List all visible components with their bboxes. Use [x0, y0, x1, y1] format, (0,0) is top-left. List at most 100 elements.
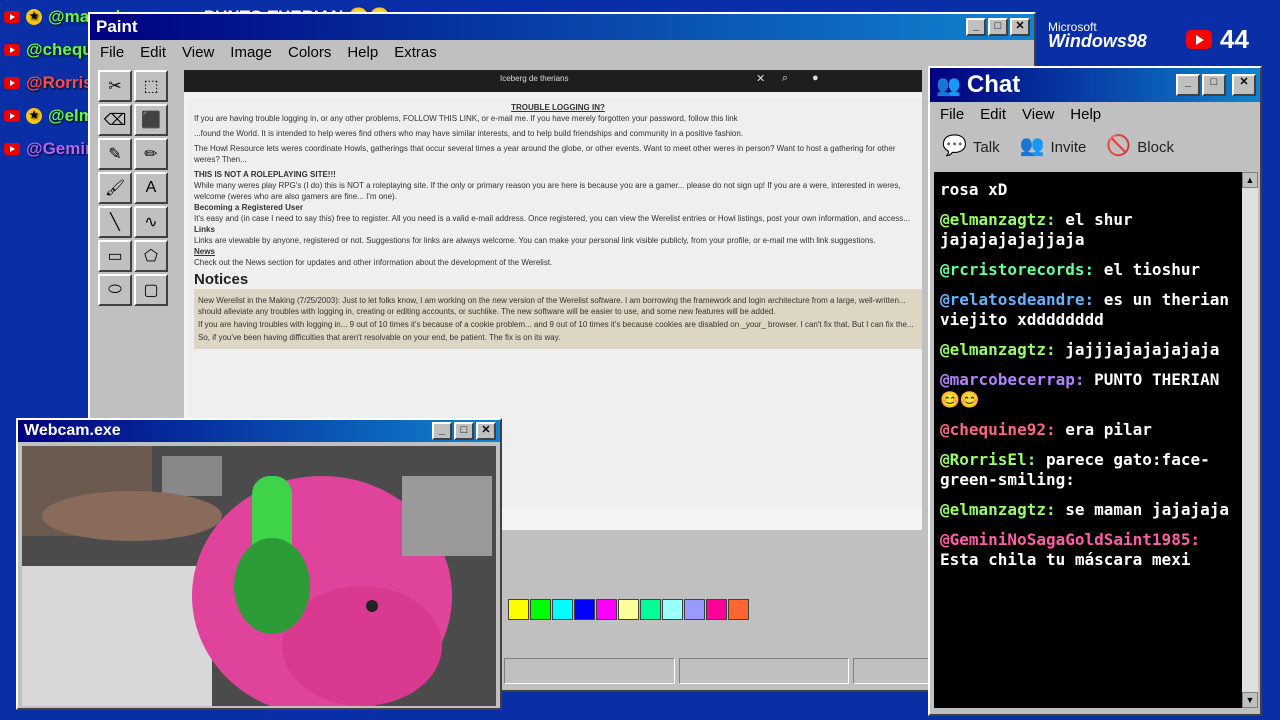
menu-help[interactable]: Help: [1070, 106, 1101, 123]
chat-message: @rcristorecords: el tioshur: [940, 260, 1236, 280]
search-icon[interactable]: ⌕: [782, 72, 788, 85]
tool-icon[interactable]: ⬚: [134, 70, 168, 102]
chat-scrollbar[interactable]: ▲ ▼: [1242, 172, 1258, 708]
chat-username[interactable]: @RorrisEl:: [940, 450, 1036, 469]
viewer-count-value: 44: [1220, 24, 1249, 54]
color-swatch[interactable]: [618, 599, 639, 620]
maximize-button[interactable]: □: [454, 422, 474, 440]
close-button[interactable]: ✕: [476, 422, 496, 440]
color-swatch[interactable]: [706, 599, 727, 620]
color-swatch[interactable]: [728, 599, 749, 620]
tool-icon[interactable]: ╲: [98, 206, 132, 238]
color-swatch[interactable]: [508, 599, 529, 620]
youtube-icon: [4, 10, 20, 23]
chat-username[interactable]: @GeminiNoSagaGoldSaint1985:: [940, 530, 1200, 549]
users-icon: 👥: [936, 74, 961, 97]
chat-message: @elmanzagtz: el shur jajajajajajjaja: [940, 210, 1236, 250]
chat-text: el tioshur: [1103, 260, 1201, 279]
color-swatch[interactable]: [552, 599, 573, 620]
color-swatch[interactable]: [596, 599, 617, 620]
tool-icon[interactable]: ⬠: [134, 240, 168, 272]
action-label: Block: [1137, 139, 1174, 156]
chat-title: Chat: [966, 71, 1021, 98]
tool-icon[interactable]: ⬭: [98, 274, 132, 306]
tool-icon[interactable]: A: [134, 172, 168, 204]
scroll-up-icon[interactable]: ▲: [1242, 172, 1258, 188]
scroll-down-icon[interactable]: ▼: [1242, 692, 1258, 708]
paint-titlebar[interactable]: Paint _ □ ✕: [90, 14, 1034, 40]
chat-username[interactable]: @elmanzagtz:: [940, 500, 1056, 519]
talk-button[interactable]: 💬 Talk: [942, 133, 1000, 158]
color-swatch[interactable]: [684, 599, 705, 620]
rp-title: THIS IS NOT A ROLEPLAYING SITE!!!: [194, 170, 336, 179]
mic-icon[interactable]: ●: [812, 72, 819, 84]
chat-username[interactable]: @relatosdeandre:: [940, 290, 1094, 309]
windows-brand-logo: Microsoft Windows98: [1048, 20, 1147, 50]
invite-button[interactable]: 👥 Invite: [1020, 133, 1087, 158]
menu-extras[interactable]: Extras: [394, 44, 437, 61]
notice-3: So, if you've been having difficulties t…: [198, 333, 561, 342]
menu-edit[interactable]: Edit: [980, 106, 1006, 123]
tool-icon[interactable]: ✎: [98, 138, 132, 170]
webcam-titlebar[interactable]: Webcam.exe _ □ ✕: [18, 420, 500, 442]
links-title: Links: [194, 225, 215, 234]
maximize-button[interactable]: □: [1202, 74, 1226, 96]
star-icon: ★: [26, 107, 42, 124]
news-title[interactable]: News: [194, 247, 215, 256]
menu-view[interactable]: View: [1022, 106, 1054, 123]
minimize-button[interactable]: _: [966, 18, 986, 36]
tool-icon[interactable]: ∿: [134, 206, 168, 238]
menu-help[interactable]: Help: [347, 44, 378, 61]
scroll-track[interactable]: [1242, 188, 1258, 692]
tool-icon[interactable]: ⬛: [134, 104, 168, 136]
chat-text: rosa xD: [940, 180, 1008, 199]
menu-view[interactable]: View: [182, 44, 214, 61]
chat-titlebar[interactable]: 👥 Chat _ □ ✕: [930, 68, 1260, 102]
color-swatch[interactable]: [640, 599, 661, 620]
close-button[interactable]: ✕: [1232, 74, 1256, 96]
webcam-feed: [22, 446, 496, 706]
menu-file[interactable]: File: [940, 106, 964, 123]
tool-icon[interactable]: ▢: [134, 274, 168, 306]
webcam-image: [22, 446, 496, 706]
menu-file[interactable]: File: [100, 44, 124, 61]
color-swatch[interactable]: [662, 599, 683, 620]
close-button[interactable]: ✕: [1010, 18, 1030, 36]
minimize-button[interactable]: _: [1176, 74, 1200, 96]
chat-username[interactable]: @marcobecerrap:: [940, 370, 1085, 389]
chat-text: Esta chila tu máscara mexi: [940, 550, 1191, 569]
chat-username[interactable]: @chequine92:: [940, 420, 1056, 439]
minimize-button[interactable]: _: [432, 422, 452, 440]
color-swatch[interactable]: [574, 599, 595, 620]
star-icon: ★: [26, 8, 42, 25]
chat-menubar: File Edit View Help: [930, 102, 1260, 127]
block-button[interactable]: 🚫 Block: [1106, 133, 1174, 158]
chat-username[interactable]: @elmanzagtz:: [940, 210, 1056, 229]
tool-icon[interactable]: 🖌: [98, 172, 132, 204]
menu-image[interactable]: Image: [230, 44, 272, 61]
reg-title: Becoming a Registered User: [194, 203, 303, 212]
notice-1: New Werelist in the Making (7/25/2003): …: [198, 296, 906, 316]
chat-username[interactable]: @elmanzagtz:: [940, 340, 1056, 359]
notice-2: If you are having troubles with logging …: [198, 320, 914, 329]
tool-icon[interactable]: ✂: [98, 70, 132, 102]
browser-bar: Iceberg de therians ✕ ⌕ ●: [184, 70, 922, 92]
youtube-icon: [4, 109, 20, 122]
close-icon[interactable]: ✕: [756, 72, 765, 85]
tool-icon[interactable]: ✏: [134, 138, 168, 170]
browser-search-text: Iceberg de therians: [500, 74, 569, 83]
youtube-icon: [4, 76, 20, 89]
tool-icon[interactable]: ▭: [98, 240, 132, 272]
color-swatch[interactable]: [530, 599, 551, 620]
color-palette: [508, 599, 749, 620]
chat-window: 👥 Chat _ □ ✕ File Edit View Help 💬 Talk 👥 Invi…: [928, 66, 1262, 716]
menu-edit[interactable]: Edit: [140, 44, 166, 61]
tool-icon[interactable]: ⌫: [98, 104, 132, 136]
chat-username[interactable]: @rcristorecords:: [940, 260, 1094, 279]
chat-messages: rosa xD @elmanzagtz: el shur jajajajajajj…: [934, 172, 1242, 708]
status-cell: [504, 658, 675, 684]
trouble-title[interactable]: TROUBLE LOGGING IN?: [194, 102, 922, 113]
status-cell: [678, 658, 850, 684]
menu-colors[interactable]: Colors: [288, 44, 331, 61]
maximize-button[interactable]: □: [988, 18, 1008, 36]
